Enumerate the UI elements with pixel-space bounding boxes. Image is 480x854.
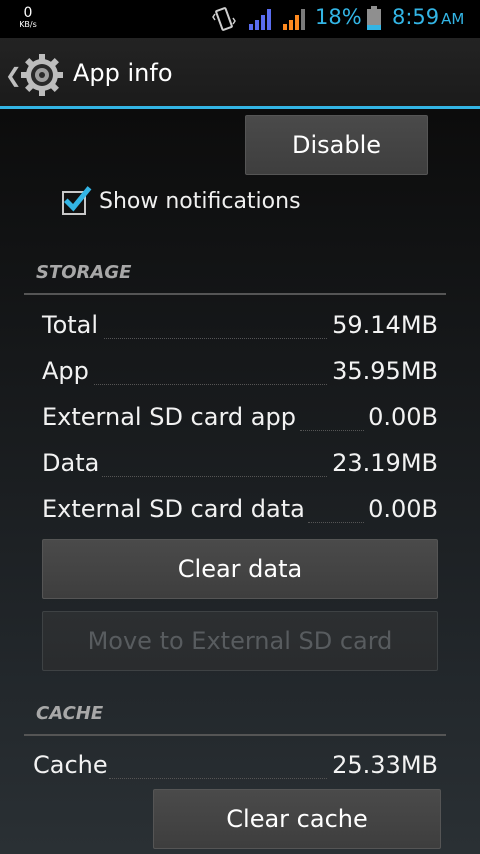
storage-row-external-sd-data: External SD card data 0.00B [42, 495, 438, 529]
dotted-leader [109, 778, 327, 779]
storage-row-app: App 35.95MB [42, 357, 438, 391]
dotted-leader [102, 476, 327, 477]
network-speed-unit: KB/s [19, 20, 37, 29]
storage-row-data: Data 23.19MB [42, 449, 438, 483]
storage-divider [24, 293, 446, 295]
storage-row-value: 0.00B [368, 403, 438, 431]
cache-row: Cache 25.33MB [33, 751, 438, 785]
clear-cache-button[interactable]: Clear cache [153, 789, 441, 849]
dotted-leader [308, 522, 364, 523]
storage-row-value: 0.00B [368, 495, 438, 523]
storage-row-external-sd-app: External SD card app 0.00B [42, 403, 438, 437]
signal-icon [249, 9, 271, 30]
storage-row-label: External SD card app [42, 403, 296, 431]
dotted-leader [104, 338, 327, 339]
storage-row-label: External SD card data [42, 495, 305, 523]
clock-time: 8:59 [392, 5, 440, 29]
clock-ampm: AM [441, 10, 465, 28]
cache-divider [24, 734, 446, 736]
storage-row-value: 59.14MB [332, 311, 438, 339]
show-notifications-checkbox[interactable] [62, 186, 92, 215]
clock: 8:59 AM [392, 5, 464, 29]
app-info-content: Disable Show notifications STORAGE Total… [0, 109, 480, 854]
vibrate-icon [212, 7, 236, 31]
storage-header: STORAGE [36, 262, 132, 283]
storage-row-value: 23.19MB [332, 449, 438, 477]
cache-label: Cache [33, 751, 108, 779]
storage-row-value: 35.95MB [332, 357, 438, 385]
battery-icon [367, 6, 381, 30]
disable-button[interactable]: Disable [245, 115, 428, 175]
action-bar: ❮ App info [0, 38, 480, 106]
settings-gear-icon[interactable] [20, 53, 64, 97]
storage-row-label: Data [42, 449, 100, 477]
storage-row-label: App [42, 357, 89, 385]
signal-icon [283, 9, 305, 30]
cache-header: CACHE [36, 703, 104, 724]
dotted-leader [94, 384, 327, 385]
network-speed: 0 KB/s [14, 6, 42, 29]
move-to-sd-button[interactable]: Move to External SD card [42, 611, 438, 671]
checkmark-icon [63, 186, 92, 212]
cache-value: 25.33MB [332, 751, 438, 779]
status-bar: 0 KB/s 18% 8:59 AM [0, 0, 480, 38]
show-notifications-label: Show notifications [99, 189, 301, 214]
dotted-leader [300, 430, 364, 431]
storage-row-label: Total [42, 311, 99, 339]
network-speed-value: 0 [23, 5, 33, 21]
page-title: App info [73, 59, 173, 87]
battery-percent: 18% [315, 5, 362, 29]
clear-data-button[interactable]: Clear data [42, 539, 438, 599]
storage-row-total: Total 59.14MB [42, 311, 438, 345]
